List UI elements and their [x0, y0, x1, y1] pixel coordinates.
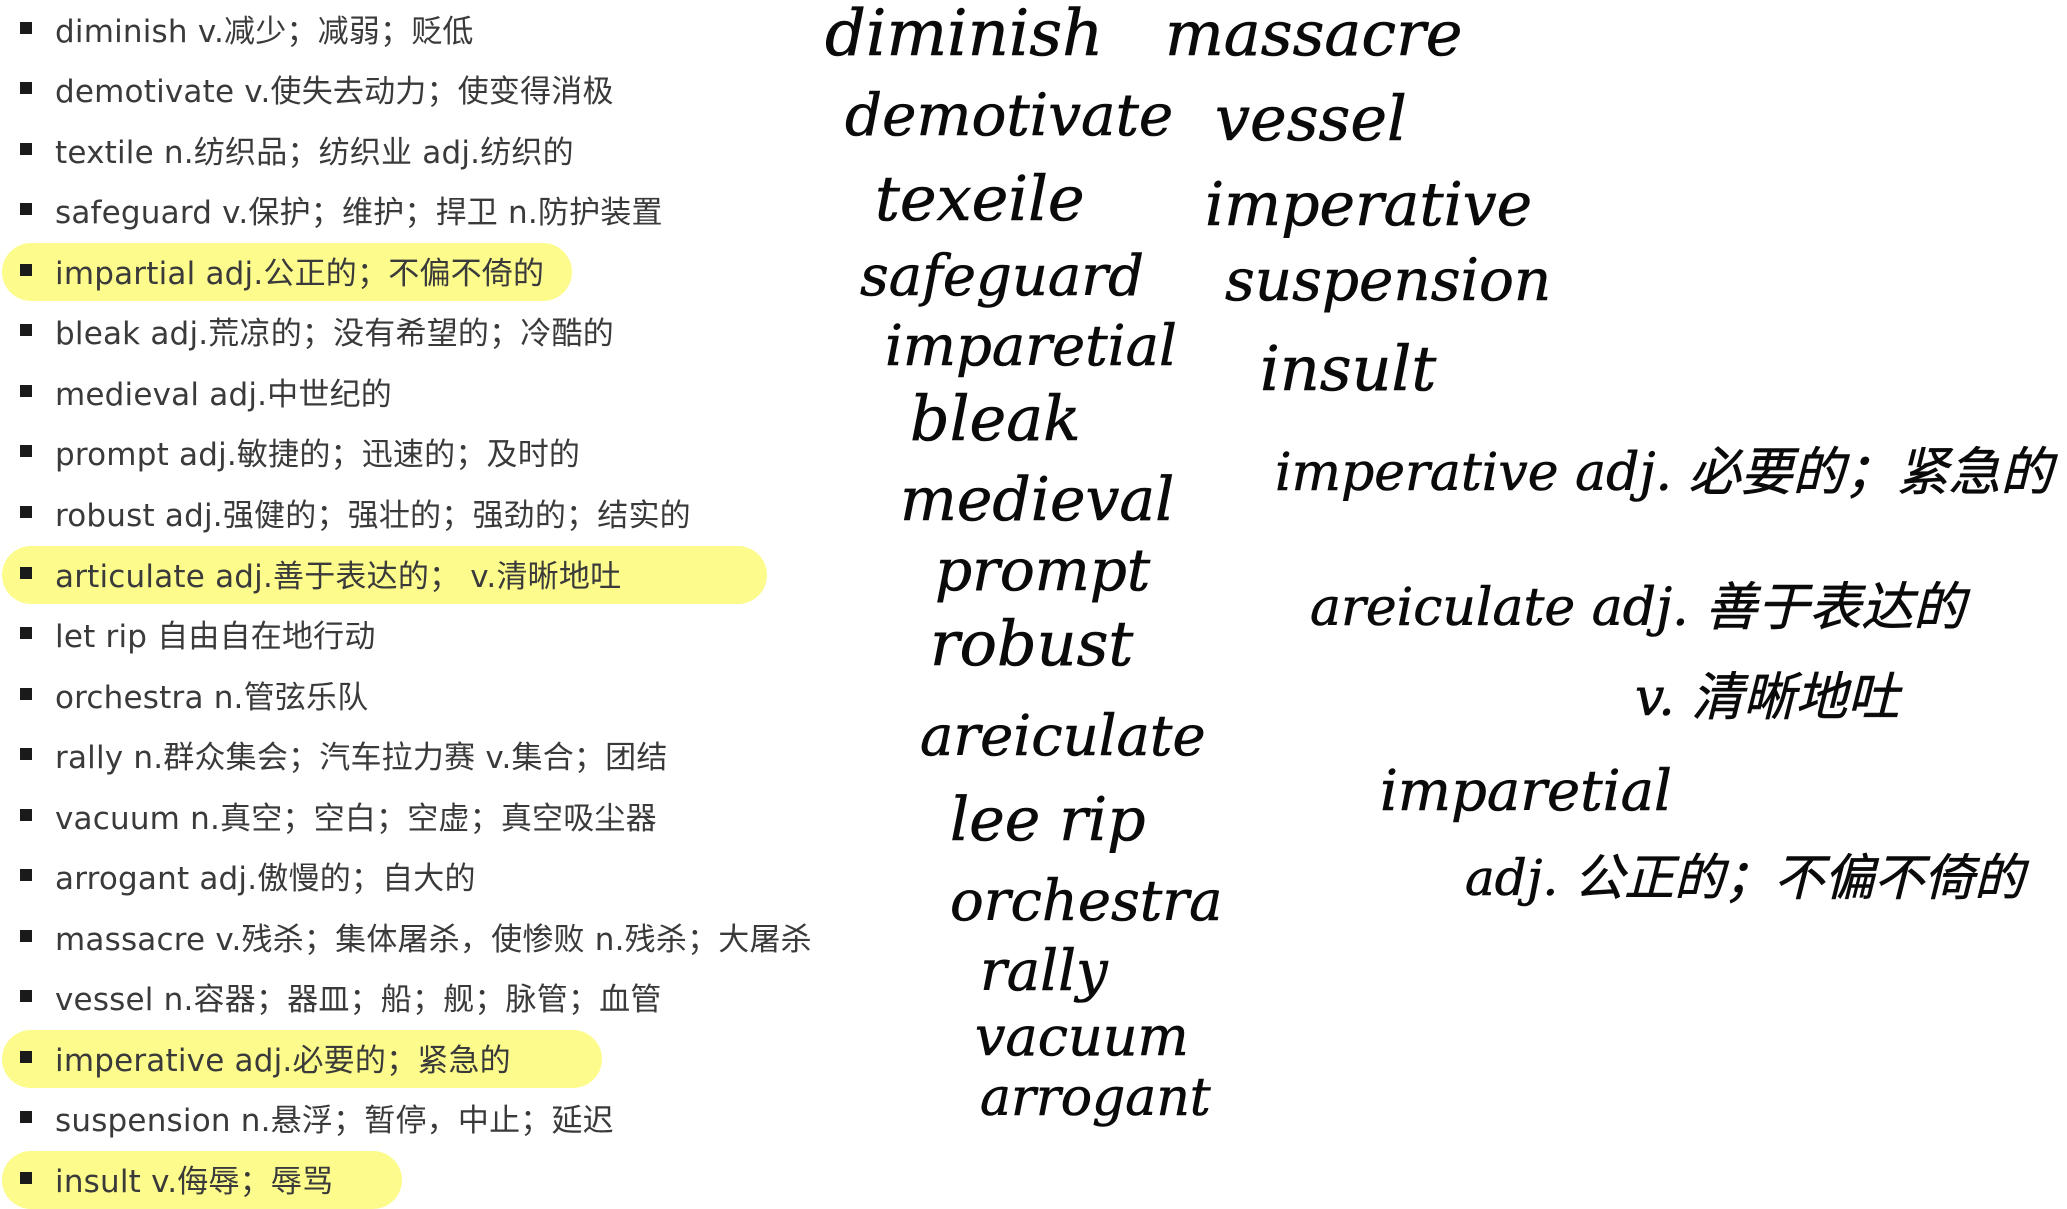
- hw-word: rally: [980, 939, 1109, 1004]
- hw-word: lee rip: [950, 785, 1146, 855]
- hw-word: imparetial: [885, 314, 1177, 379]
- hw-word: areiculate: [920, 704, 1206, 769]
- handwritten-notes: diminish demotivate texeile safeguard im…: [825, 0, 2059, 1128]
- hw-word: vessel: [1215, 82, 1407, 155]
- hw-word: prompt: [935, 536, 1151, 604]
- hw-word: imperative: [1205, 170, 1532, 240]
- hw-word: massacre: [1165, 0, 1462, 70]
- hw-word: demotivate: [845, 81, 1173, 149]
- hw-word: robust: [930, 607, 1133, 680]
- hw-word: arrogant: [980, 1068, 1211, 1128]
- hw-word: orchestra: [950, 869, 1222, 934]
- hw-word: vacuum: [975, 1005, 1189, 1068]
- hw-word: diminish: [825, 0, 1103, 71]
- hw-word: safeguard: [860, 244, 1144, 309]
- hw-note: imparetial: [1380, 759, 1672, 824]
- hw-note: areiculate adj. 善于表达的: [1310, 578, 1971, 638]
- hw-note: v. 清晰地吐: [1635, 668, 1903, 728]
- hw-word: insult: [1260, 332, 1436, 405]
- hw-note: adj. 公正的；不偏不倚的: [1465, 849, 2029, 907]
- hw-word: medieval: [900, 465, 1174, 535]
- hw-word: texeile: [875, 162, 1085, 235]
- hw-word: bleak: [910, 382, 1081, 455]
- hw-word: suspension: [1225, 246, 1551, 314]
- hw-note: imperative adj. 必要的；紧急的: [1275, 443, 2059, 503]
